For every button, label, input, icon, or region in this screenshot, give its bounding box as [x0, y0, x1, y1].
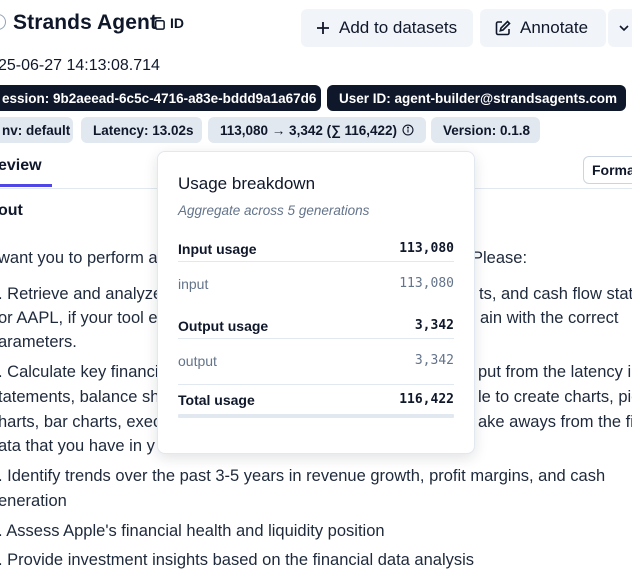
copy-icon	[153, 16, 165, 30]
content-line: ain with the correct	[480, 309, 619, 327]
content-line: put from the latency i	[478, 363, 632, 381]
latency-badge: Latency: 13.02s	[81, 117, 202, 143]
output-usage-row: Output usage 3,342	[178, 313, 454, 338]
content-line: le to create charts, pie	[478, 388, 632, 406]
popover-title: Usage breakdown	[178, 174, 316, 193]
copy-id-button[interactable]: ID	[151, 15, 184, 31]
more-actions-button[interactable]	[608, 9, 632, 47]
format-toggle[interactable]: Forma	[583, 156, 632, 184]
environment-badge: nv: default	[0, 117, 73, 143]
annotate-button[interactable]: Annotate	[480, 9, 606, 47]
tab-active-indicator	[0, 184, 52, 187]
info-icon	[402, 124, 414, 136]
usage-label: Output usage	[178, 317, 269, 334]
user-id-badge[interactable]: User ID: agent-builder@strandsagents.com	[327, 85, 626, 111]
usage-label: Total usage	[178, 391, 255, 408]
output-detail-row: output 3,342	[178, 348, 454, 373]
content-line: arameters.	[0, 333, 77, 351]
total-usage-row: Total usage 116,422	[178, 387, 454, 412]
session-badge[interactable]: ession: 9b2aeead-6c5c-4716-a83e-bddd9a1a…	[0, 85, 321, 111]
version-badge: Version: 0.1.8	[431, 117, 540, 143]
usage-value: 113,080	[399, 276, 454, 291]
content-line: . Provide investment insights based on t…	[0, 551, 475, 569]
content-line: . Calculate key financi	[0, 363, 159, 381]
input-detail-row: input 113,080	[178, 271, 454, 296]
edit-icon	[495, 20, 511, 36]
page-title: Strands Agent	[13, 11, 158, 34]
content-line: ata that you have in y	[0, 437, 155, 455]
token-usage-badge[interactable]: 113,080 → 3,342 (∑ 116,422)	[208, 117, 426, 143]
avatar	[0, 14, 6, 30]
content-line: eneration	[0, 492, 67, 510]
add-to-datasets-label: Add to datasets	[339, 18, 458, 37]
usage-label: Input usage	[178, 240, 257, 257]
input-usage-row: Input usage 113,080	[178, 236, 454, 261]
usage-value: 116,422	[399, 392, 454, 407]
tab-preview[interactable]: eview	[0, 157, 42, 175]
timestamp: 25-06-27 14:13:08.714	[0, 57, 160, 74]
usage-label: input	[178, 275, 209, 292]
usage-value: 3,342	[414, 318, 454, 333]
content-line: harts, bar charts, execu	[0, 413, 171, 431]
content-line: . Identify trends over the past 3-5 year…	[0, 467, 606, 485]
total-usage-bar	[178, 414, 454, 418]
content-line: . Assess Apple's financial health and li…	[0, 522, 385, 540]
content-line: . Retrieve and analyze	[0, 285, 163, 303]
popover-subtitle: Aggregate across 5 generations	[178, 203, 370, 218]
annotate-label: Annotate	[520, 18, 589, 37]
add-to-datasets-button[interactable]: Add to datasets	[301, 9, 473, 47]
content-line: Please:	[472, 249, 528, 267]
content-line: ake aways from the fin	[478, 413, 632, 431]
content-line: ts, and cash flow state	[479, 285, 632, 303]
token-usage-text: 113,080 → 3,342 (∑ 116,422)	[220, 122, 398, 138]
content-line: tatements, balance sh	[0, 388, 160, 406]
row-divider	[178, 338, 454, 339]
usage-value: 113,080	[399, 241, 454, 256]
plus-icon	[317, 22, 329, 34]
content-line: want you to perform a	[0, 249, 158, 267]
row-divider	[178, 384, 454, 385]
id-label: ID	[170, 15, 184, 31]
usage-breakdown-popover: Usage breakdown Aggregate across 5 gener…	[157, 151, 475, 454]
usage-value: 3,342	[414, 353, 454, 368]
section-label: out	[0, 202, 23, 219]
row-divider	[178, 261, 454, 262]
chevron-down-icon	[619, 25, 629, 32]
content-line: or AAPL, if your tool e	[0, 309, 158, 327]
usage-label: output	[178, 352, 217, 369]
